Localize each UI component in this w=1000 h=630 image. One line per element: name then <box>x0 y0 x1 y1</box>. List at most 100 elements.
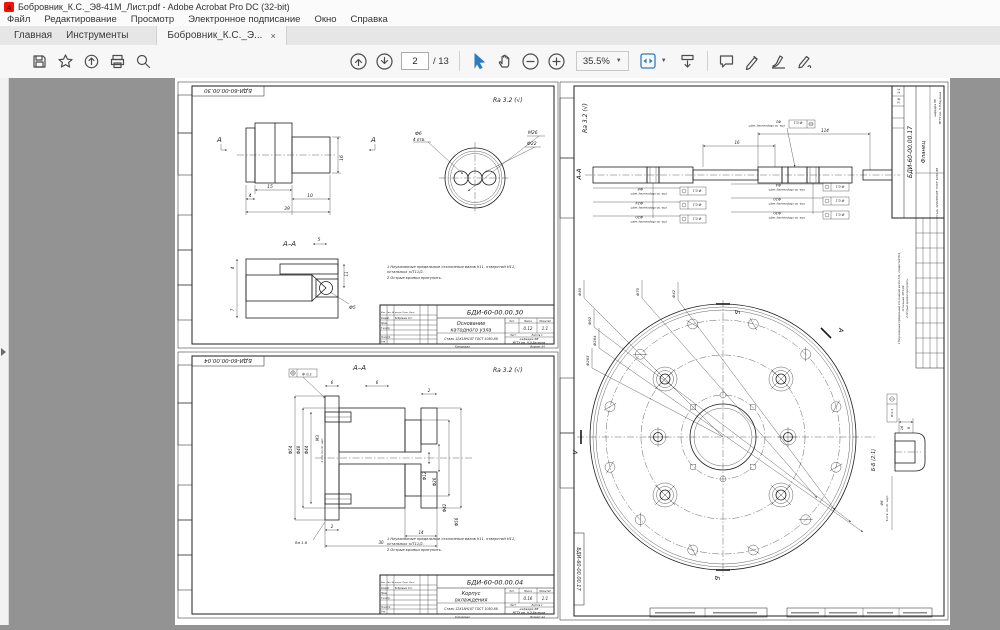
pdf-page: БДИ-60-00.00.30 Ra 3.2 (√) А А 15 <box>175 78 950 625</box>
menu-window[interactable]: Окно <box>307 14 343 25</box>
menu-help[interactable]: Справка <box>344 14 395 25</box>
tab-tools[interactable]: Инструменты <box>66 26 142 45</box>
dim-label: Ф42 <box>442 503 447 512</box>
zoom-out-button[interactable] <box>518 48 544 74</box>
tb-code: БДИ-60-00.00.04 <box>467 579 523 587</box>
page-number-input[interactable]: 2 <box>401 52 429 70</box>
sign-button[interactable] <box>766 48 792 74</box>
dim-label: 6 <box>331 380 334 385</box>
tb-row: Н.контр. <box>381 336 391 339</box>
document-canvas[interactable]: БДИ-60-00.00.30 Ra 3.2 (√) А А 15 <box>0 78 1000 625</box>
svg-text:Ф42: Ф42 <box>671 289 676 298</box>
dim-label: Ф12 <box>422 471 427 480</box>
svg-text:Ф 0.1: Ф 0.1 <box>890 409 894 417</box>
sheet1: БДИ-60-00.00.30 Ra 3.2 (√) А А 15 <box>178 82 558 349</box>
svg-text:отв. по сборочному черт.: отв. по сборочному черт. <box>630 206 667 210</box>
dim-label: 6 <box>376 380 379 385</box>
select-tool-button[interactable] <box>466 48 492 74</box>
section-marks: Б Б А А <box>571 304 845 581</box>
tb-scale-h: Масштаб <box>539 590 551 593</box>
section-letter: А <box>216 136 222 144</box>
tab-home[interactable]: Главная <box>0 26 66 45</box>
tb-org2: МГТУ им. Н.Э.Баумана <box>938 91 942 124</box>
tb-row: Утв. <box>381 341 386 344</box>
star-favorites-button[interactable] <box>52 48 78 74</box>
svg-text:отв. по сборочному черт.: отв. по сборочному черт. <box>768 202 805 206</box>
tb-code: БДИ-60-00.00.30 <box>467 309 523 317</box>
detail-note: Ф6 <box>880 500 884 505</box>
svg-text:Ф 0.1: Ф 0.1 <box>693 203 702 207</box>
close-tab-icon[interactable]: × <box>270 31 275 41</box>
toolbar-center-group: 2 / 13 35.5% ▼ ▼ <box>345 45 818 77</box>
tb-mass: 7.6 <box>897 97 901 103</box>
svg-text:Ф20: Ф20 <box>773 197 781 201</box>
tb-footer2: Формат А4 <box>530 345 545 349</box>
tb-row: Утв. <box>381 611 386 614</box>
callout-top: Ф 0.1 отв. по сборочному черт. Ф2 <box>748 120 815 129</box>
svg-text:Ф265: Ф265 <box>585 355 590 366</box>
corner-code: БДИ-60-00.00.04 <box>204 357 252 363</box>
tb-scale: 1:1 <box>542 596 548 601</box>
ra-mark: Ra 3.2 (√) <box>493 367 523 374</box>
menu-file[interactable]: Файл <box>0 14 37 25</box>
zoom-level-dropdown[interactable]: 35.5% ▼ <box>576 51 629 71</box>
hand-tool-button[interactable] <box>492 48 518 74</box>
next-page-button[interactable] <box>371 48 397 74</box>
highlight-button[interactable] <box>740 48 766 74</box>
toolbar-left-group <box>26 45 156 77</box>
section-title: А–А <box>282 240 296 248</box>
dim-label: 7 <box>230 308 235 311</box>
svg-text:1 Неуказанные предельные откло: 1 Неуказанные предельные отклонения вало… <box>387 265 515 269</box>
svg-text:1 Неуказанные предельные откло: 1 Неуказанные предельные отклонения вало… <box>897 252 901 345</box>
tb-material: Сталь 12Х18Н10Т ГОСТ 1050-88 <box>444 337 497 341</box>
tb-author: Бобровник К.С. <box>395 587 413 590</box>
search-icon[interactable] <box>130 48 156 74</box>
zoom-in-button[interactable] <box>544 48 570 74</box>
save-button[interactable] <box>26 48 52 74</box>
tb-scale-h: Масштаб <box>539 320 551 323</box>
dim-label: 2 <box>331 524 334 529</box>
dim-label: Ф26 <box>432 477 437 486</box>
dim-label: 15 <box>267 184 273 190</box>
sheet3: БДИ-60-00.00.17 Ra 3.2 (√) А-А <box>560 82 948 620</box>
sheet2-section-view: Ф54 Ф48 Ф44 М3 4 отв. по сб. черт. Ф12 Ф… <box>288 380 473 548</box>
ra-local: Ra 1.6 <box>295 540 308 545</box>
svg-text:Б: Б <box>733 310 741 315</box>
menu-esign[interactable]: Электронное подписание <box>181 14 307 25</box>
tb-org2: МГТУ им. Н.Э.Баумана <box>513 611 546 615</box>
tb-name: Фланец <box>921 141 927 164</box>
toolbar: 2 / 13 35.5% ▼ ▼ <box>0 45 1000 79</box>
print-button[interactable] <box>104 48 130 74</box>
svg-text:Ф 0.1: Ф 0.1 <box>794 121 803 125</box>
svg-text:Ф8: Ф8 <box>637 187 643 191</box>
fill-sign-button[interactable] <box>792 48 818 74</box>
tb-row: Пров. <box>381 592 388 595</box>
sheet2-notes: 1 Неуказанные предельные отклонения вало… <box>387 537 515 552</box>
sheet3-title-block: 7.6 1:1 БДИ-60-00.00.17 Фланец Сталь 12Х… <box>892 86 944 368</box>
dim-label: 4 отв. по сб. черт. <box>320 438 324 463</box>
tab-document[interactable]: Бобровник_К.С._Э... × <box>156 26 286 45</box>
svg-text:Ф4: Ф4 <box>775 183 781 187</box>
svg-text:остальных ±IT11/2.: остальных ±IT11/2. <box>387 542 424 546</box>
document-tab-label: Бобровник_К.С._Э... <box>167 30 262 41</box>
page-scrolling-button[interactable] <box>675 48 701 74</box>
fit-width-button[interactable] <box>635 48 661 74</box>
callout-row: отв. по сборочному черт. Ф24 <box>630 201 667 210</box>
menu-edit[interactable]: Редактирование <box>37 14 123 25</box>
comment-button[interactable] <box>714 48 740 74</box>
tb-row: Разраб. <box>381 587 390 590</box>
fit-options-chevron-icon[interactable]: ▼ <box>661 58 667 64</box>
share-upload-button[interactable] <box>78 48 104 74</box>
sheet1-end-view: Ф6 4 отв. М26 Ф22 <box>413 130 545 214</box>
svg-text:остальных ±IT11/2.: остальных ±IT11/2. <box>387 270 424 274</box>
expand-nav-pane-icon[interactable] <box>1 348 6 356</box>
tb-row: Н.контр. <box>381 606 391 609</box>
tb-name2: катодного узла <box>451 328 492 334</box>
corner-code: БДИ-60-00.00.30 <box>204 87 252 93</box>
dim-label: 10 <box>307 193 313 199</box>
menu-view[interactable]: Просмотр <box>124 14 181 25</box>
previous-page-button[interactable] <box>345 48 371 74</box>
tb-mass-h: Масса <box>524 590 532 593</box>
tb-footer: Копировал <box>455 615 470 619</box>
svg-text:остальных ±IT11/2.: остальных ±IT11/2. <box>901 285 905 312</box>
